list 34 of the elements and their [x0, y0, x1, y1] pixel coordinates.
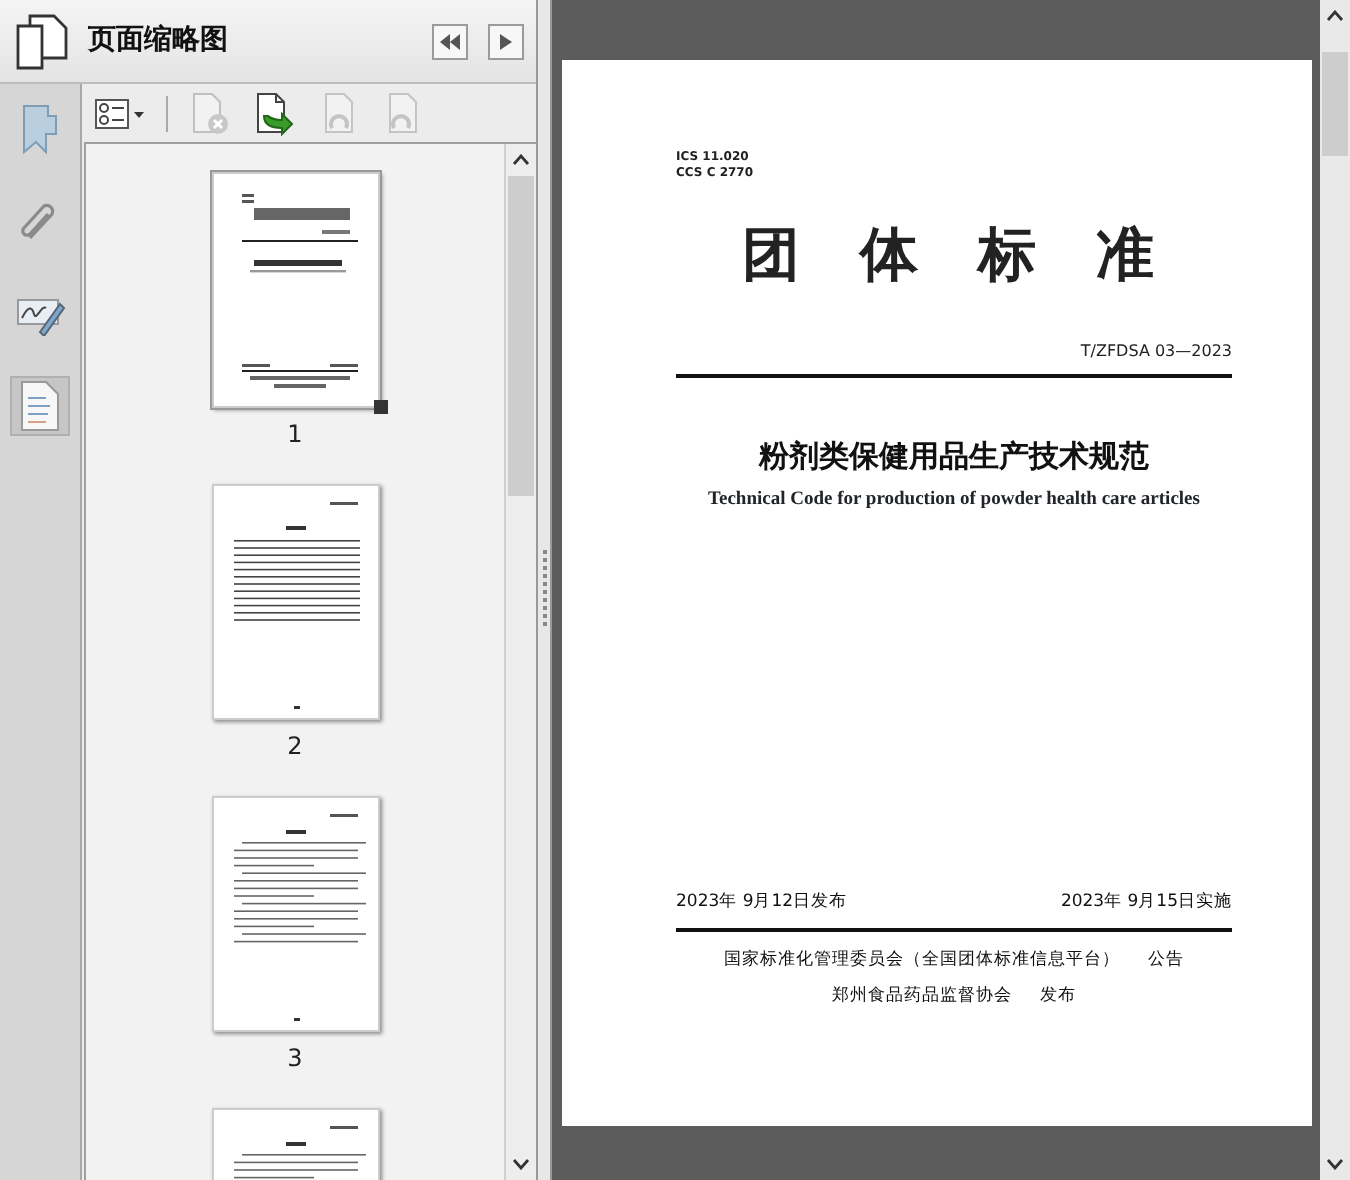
publisher-action: 发布	[1040, 984, 1076, 1010]
page-thumbnail[interactable]	[211, 796, 379, 1032]
grip-icon[interactable]	[541, 550, 547, 630]
publisher-action: 公告	[1148, 947, 1184, 973]
options-menu-icon	[94, 97, 146, 129]
scrollbar[interactable]	[504, 144, 536, 1180]
insert-page-button[interactable]	[252, 91, 296, 135]
bookmark-icon	[20, 104, 60, 156]
collapse-panel-button[interactable]	[432, 23, 468, 59]
page-thumbnails-tab[interactable]	[10, 376, 70, 436]
page-delete-icon	[188, 91, 232, 135]
document-subtitle: Technical Code for production of powder health care articles	[706, 488, 1202, 514]
page-number: 1	[287, 418, 303, 452]
scroll-thumb[interactable]	[1322, 52, 1348, 156]
issue-date: 2023年 9月12日发布	[676, 889, 848, 915]
standard-number: T/ZFDSA 03—2023	[1078, 339, 1232, 363]
expand-panel-button[interactable]	[488, 23, 524, 59]
publisher-name: 国家标准化管理委员会（全国团体标准信息平台）	[724, 947, 1120, 973]
scroll-thumb[interactable]	[508, 176, 534, 496]
scrollbar[interactable]	[1320, 0, 1350, 1180]
panel-title: 页面缩略图	[88, 22, 230, 60]
right-arrow-icon	[498, 31, 514, 51]
page-thumbnail[interactable]	[211, 484, 379, 720]
double-left-arrow-icon	[438, 31, 462, 51]
pages-icon	[20, 380, 60, 432]
document-heading: 团 体 标 准	[739, 218, 1169, 292]
document-title: 粉剂类保健用品生产技术规范	[756, 435, 1151, 477]
page-number: 3	[287, 1042, 303, 1076]
options-button[interactable]	[94, 97, 146, 129]
page-insert-icon	[252, 91, 296, 135]
pages-icon	[16, 13, 68, 69]
page-number: 2	[287, 730, 303, 764]
publisher-name: 郑州食品药品监督协会	[832, 984, 1012, 1010]
effective-date: 2023年 9月15日实施	[1060, 889, 1232, 915]
